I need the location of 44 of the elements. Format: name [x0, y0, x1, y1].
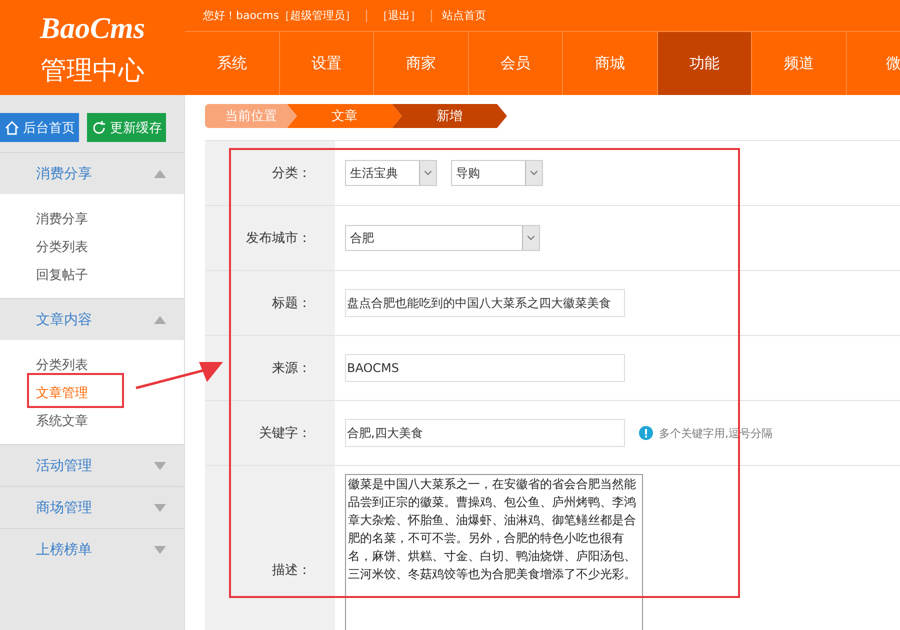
nav-tab[interactable]: 系统: [185, 32, 280, 95]
brand-subtitle: 管理中心: [40, 56, 144, 86]
nav-tab[interactable]: 设置: [280, 32, 374, 95]
nav-tab[interactable]: 商家: [374, 32, 468, 95]
nav-tab[interactable]: 会员: [468, 32, 563, 95]
top-link[interactable]: 站点首页: [442, 8, 486, 23]
breadcrumb-step: 文章: [287, 104, 402, 128]
sidebar-item[interactable]: 回复帖子: [36, 262, 184, 290]
sidebar-item[interactable]: 分类列表: [36, 234, 184, 262]
nav-tab[interactable]: 微: [846, 32, 900, 95]
home-button[interactable]: 后台首页: [0, 113, 79, 142]
dropdown[interactable]: 生活宝典: [345, 160, 437, 186]
group-title: 文章内容: [36, 310, 92, 328]
input-field[interactable]: 盘点合肥也能吃到的中国八大菜系之四大徽菜美食: [345, 289, 625, 317]
group-title: 消费分享: [36, 164, 92, 182]
logo: BaoCms: [40, 12, 146, 46]
sidebar-group-header[interactable]: 商场管理: [0, 486, 184, 528]
hint-text: 多个关键字用,逗号分隔: [659, 426, 772, 440]
dropdown[interactable]: 导购: [451, 160, 543, 186]
refresh-button[interactable]: 更新缓存: [87, 113, 166, 142]
greeting-text: 您好！baocms［超级管理员］: [203, 8, 356, 23]
sidebar-group-header[interactable]: 上榜榜单: [0, 528, 184, 570]
sidebar-item[interactable]: 消费分享: [36, 206, 184, 234]
nav-tab[interactable]: 功能: [658, 32, 752, 95]
field-label: 标题：: [205, 271, 335, 335]
description-field[interactable]: 徽菜是中国八大菜系之一，在安徽省的省会合肥当然能品尝到正宗的徽菜。曹操鸡、包公鱼、庐州烤鸭、李鸿章大杂烩、怀胎鱼、油爆虾、油淋鸡、御笔鳝丝都是合肥的名菜，不可不尝。另外，合肥的特色小吃也很有名，麻饼、烘糕、寸金、白切、鸭油烧饼、庐阳汤包、三河米饺、冬菇鸡饺等也为合肥美食增添了不少光彩。: [345, 474, 643, 630]
field-label: 来源：: [205, 336, 335, 400]
dropdown[interactable]: 合肥: [345, 225, 540, 251]
sidebar-item[interactable]: 系统文章: [36, 408, 184, 436]
sidebar-item[interactable]: 分类列表: [36, 352, 184, 380]
breadcrumb-step: 新增: [392, 104, 507, 128]
field-label: 分类：: [205, 141, 335, 205]
field-label: 描述：: [205, 466, 335, 630]
group-title: 商场管理: [36, 498, 92, 516]
sidebar-item[interactable]: 文章管理: [36, 380, 184, 408]
group-title: 上榜榜单: [36, 540, 92, 558]
field-label: 关键字：: [205, 401, 335, 465]
nav-tab[interactable]: 频道: [752, 32, 846, 95]
group-title: 活动管理: [36, 456, 92, 474]
input-field[interactable]: 合肥,四大美食: [345, 419, 625, 447]
top-link[interactable]: ［退出］: [376, 8, 421, 23]
sidebar-group-header[interactable]: 活动管理: [0, 444, 184, 486]
input-field[interactable]: BAOCMS: [345, 354, 625, 382]
field-label: 发布城市：: [205, 206, 335, 270]
